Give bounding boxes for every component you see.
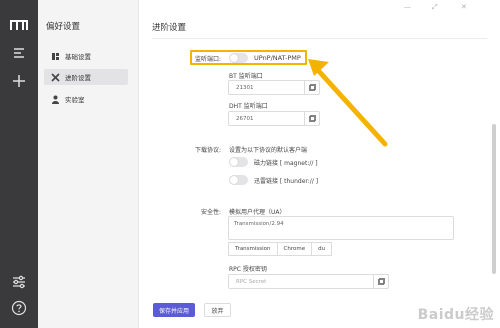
- magnet-toggle[interactable]: [229, 157, 248, 167]
- sidebar-title: 偏好设置: [46, 22, 81, 32]
- download-protocol-desc: 设置为以下协议的默认客户端: [229, 147, 308, 154]
- discard-button[interactable]: 放弃: [204, 303, 231, 317]
- thunder-toggle[interactable]: [229, 175, 248, 185]
- add-task-icon[interactable]: [11, 73, 27, 89]
- ua-preset-chrome[interactable]: Chrome: [277, 242, 313, 256]
- scrollbar[interactable]: [492, 124, 496, 274]
- maximize-icon[interactable]: ⤢: [432, 3, 438, 12]
- preferences-icon[interactable]: [11, 274, 27, 290]
- listen-port-label: 监听端口:: [195, 56, 222, 63]
- settings-sidebar: 偏好设置 基础设置 进阶设置 实验室: [38, 0, 139, 328]
- dht-port-input[interactable]: 26701: [228, 111, 320, 126]
- save-apply-button[interactable]: 保存并应用: [153, 303, 195, 317]
- rpc-secret-placeholder: RPC Secret: [236, 279, 267, 285]
- callout-arrow: [308, 59, 388, 147]
- sidebar-item-label: 进阶设置: [65, 74, 91, 82]
- dht-port-value: 26701: [236, 116, 254, 122]
- rpc-label: RPC 授权密钥: [229, 266, 267, 273]
- download-protocol-label: 下载协议:: [195, 147, 222, 154]
- ua-label: 模拟用户代理（UA）: [229, 209, 286, 216]
- sidebar-item-lab[interactable]: 实验室: [44, 91, 128, 107]
- ua-preset-group: Transmission Chrome du: [228, 242, 333, 256]
- rpc-secret-input[interactable]: RPC Secret: [228, 274, 389, 289]
- sidebar-item-advanced[interactable]: 进阶设置: [44, 69, 128, 85]
- upnp-label: UPnP/NAT-PMP: [254, 54, 301, 62]
- watermark: Baidu经验: [417, 307, 494, 323]
- bt-port-label: BT 监听端口: [229, 73, 263, 80]
- dht-port-label: DHT 监听端口: [229, 103, 268, 110]
- thunder-label: 迅雷链接 [ thunder:// ]: [254, 178, 319, 185]
- minimize-icon[interactable]: —: [404, 3, 411, 11]
- main-panel: — ⤢ ✕ 进阶设置 监听端口: UPnP/NAT-PMP BT 监听端口 21…: [139, 0, 500, 328]
- magnet-label: 磁力链接 [ magnet:// ]: [254, 160, 318, 167]
- sidebar-item-label: 基础设置: [65, 53, 91, 61]
- app-rail: [0, 0, 38, 328]
- app-logo-icon[interactable]: [10, 19, 28, 31]
- security-label: 安全性:: [201, 209, 222, 216]
- advanced-settings-icon: [50, 72, 60, 82]
- random-port-icon[interactable]: [304, 81, 319, 94]
- ua-preset-du[interactable]: du: [312, 242, 333, 256]
- generate-secret-icon[interactable]: [373, 275, 388, 288]
- help-icon[interactable]: [11, 300, 27, 316]
- random-port-icon[interactable]: [304, 112, 319, 125]
- page-title: 进阶设置: [152, 23, 187, 33]
- ua-textarea[interactable]: Transmission/2.94: [228, 216, 454, 240]
- bt-port-input[interactable]: 21301: [228, 80, 320, 95]
- bt-port-value: 21301: [236, 85, 254, 91]
- task-list-icon[interactable]: [11, 45, 27, 61]
- close-icon[interactable]: ✕: [461, 3, 467, 11]
- lab-icon: [50, 94, 60, 104]
- basic-settings-icon: [50, 51, 60, 61]
- upnp-toggle[interactable]: [229, 53, 248, 63]
- ua-preset-transmission[interactable]: Transmission: [228, 242, 278, 256]
- divider: [152, 38, 487, 39]
- sidebar-item-basic[interactable]: 基础设置: [44, 48, 128, 64]
- ua-value: Transmission/2.94: [234, 221, 284, 227]
- sidebar-item-label: 实验室: [65, 96, 85, 104]
